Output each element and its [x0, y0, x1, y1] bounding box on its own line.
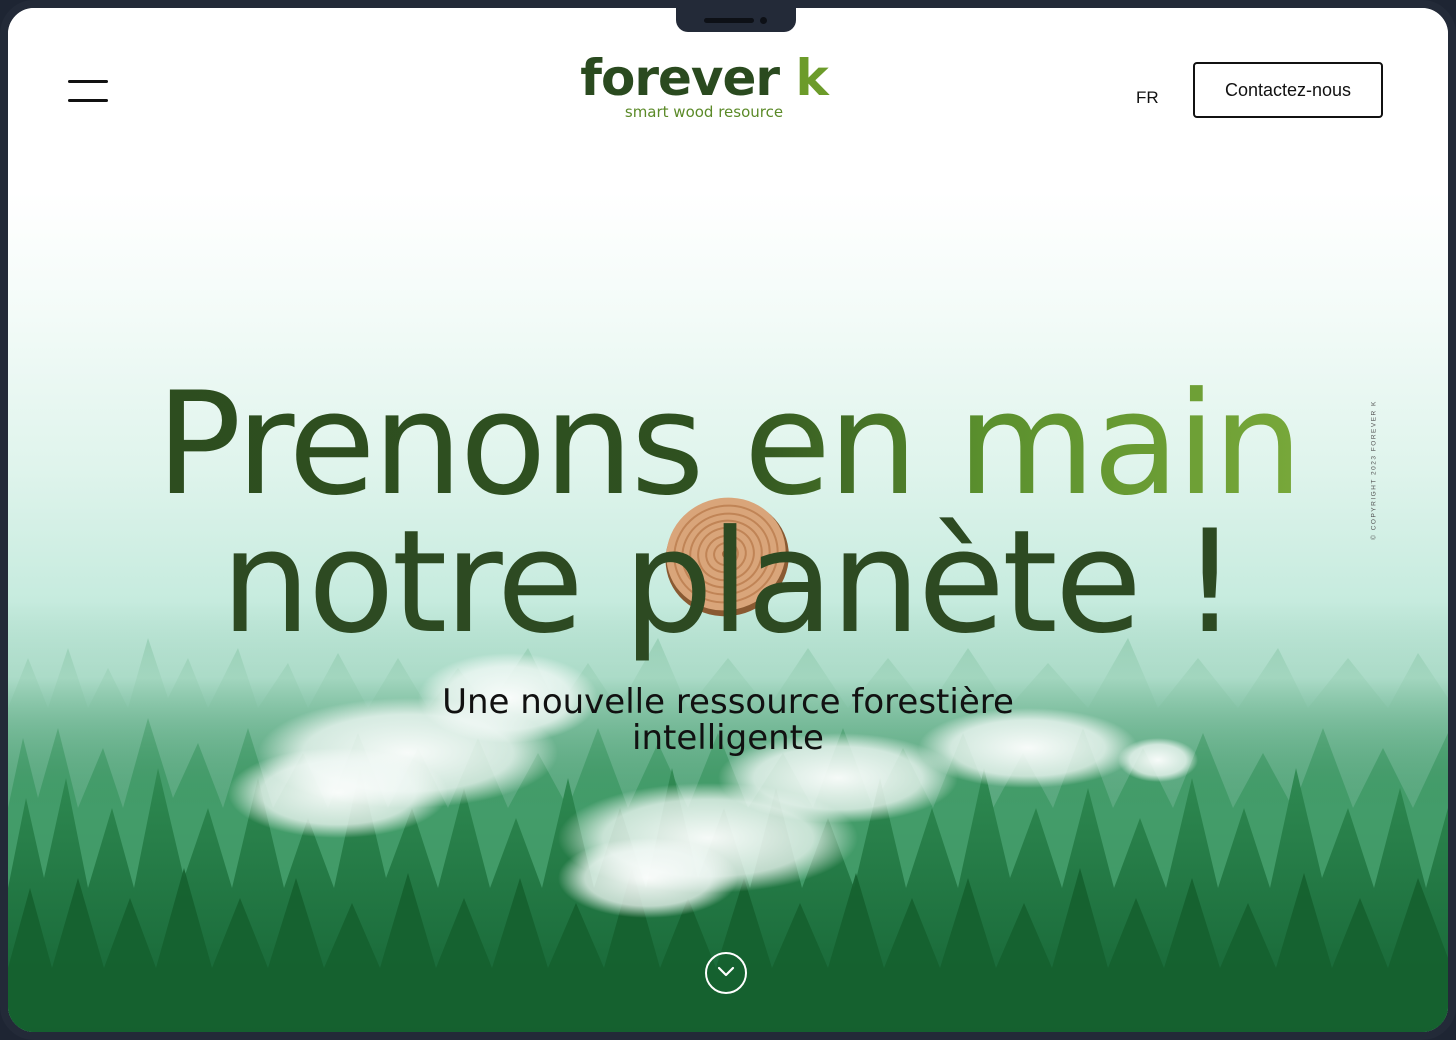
- hero-subtitle: Une nouvelle ressource forestière intell…: [442, 682, 1014, 758]
- copyright-text: © COPYRIGHT 2023 FOREVER K: [1370, 400, 1378, 540]
- contact-button[interactable]: Contactez-nous: [1193, 62, 1383, 118]
- device-frame: forever k smart wood resource FR Contact…: [0, 0, 1456, 1040]
- copyright-vertical: © COPYRIGHT 2023 FOREVER K: [1368, 380, 1380, 560]
- menu-line-top: [68, 80, 108, 83]
- device-notch: [676, 8, 796, 32]
- logo-word-main: forever: [580, 49, 780, 107]
- hero-title-line2: notre planète !: [220, 500, 1238, 665]
- brand-logo[interactable]: forever k smart wood resource: [568, 50, 840, 138]
- menu-line-bottom: [68, 99, 108, 102]
- hamburger-menu-icon[interactable]: [68, 80, 108, 104]
- logo-wordmark: forever k: [568, 50, 840, 106]
- chevron-down-circle-icon[interactable]: [705, 952, 747, 994]
- logo-word-accent: k: [795, 49, 829, 107]
- chevron-down-icon: [717, 966, 735, 977]
- hero-screen: forever k smart wood resource FR Contact…: [8, 8, 1448, 1032]
- speaker-grille: [704, 18, 754, 23]
- language-selector[interactable]: FR: [1136, 88, 1159, 108]
- camera-dot: [760, 17, 767, 24]
- hero-title: Prenons en main notre planète !: [8, 374, 1448, 654]
